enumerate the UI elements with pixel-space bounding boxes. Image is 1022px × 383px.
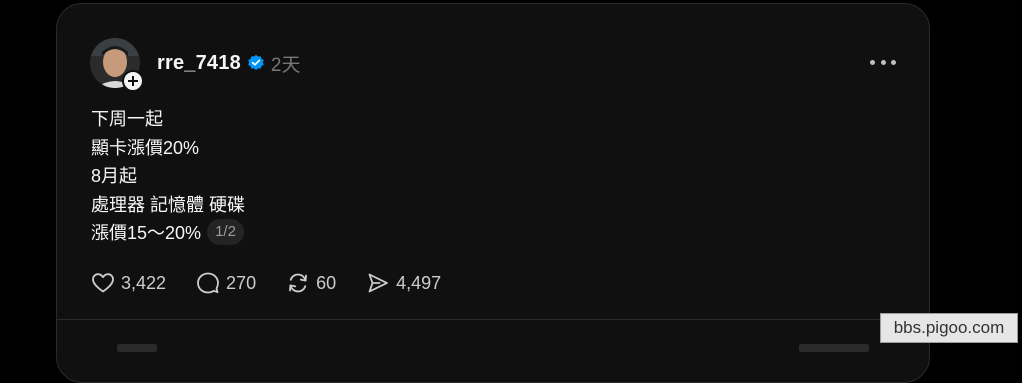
more-dots-icon[interactable] (870, 54, 896, 70)
page-indicator[interactable]: 1/2 (207, 219, 244, 245)
repost-button[interactable]: 60 (286, 271, 336, 295)
comment-button[interactable]: 270 (196, 271, 256, 295)
next-post-preview-meta (799, 344, 869, 352)
post-text-line: 顯卡漲價20% (91, 134, 245, 163)
heart-icon (91, 271, 115, 295)
next-post-preview[interactable] (117, 344, 157, 352)
post-header: rre_7418 2天 (157, 50, 300, 76)
post-text: 漲價15～20% (91, 223, 201, 243)
dot (881, 60, 886, 65)
send-icon (366, 271, 390, 295)
repost-count: 60 (316, 273, 336, 294)
comment-icon (196, 271, 220, 295)
repost-icon (286, 271, 310, 295)
username-link[interactable]: rre_7418 (157, 52, 241, 75)
post-divider (57, 319, 929, 320)
plus-icon[interactable] (122, 70, 144, 92)
verified-badge-icon (247, 54, 265, 72)
thread-post: rre_7418 2天 下周一起 顯卡漲價20% 8月起 處理器 記憶體 硬碟 … (57, 4, 929, 319)
dot (870, 60, 875, 65)
like-count: 3,422 (121, 273, 166, 294)
post-timestamp[interactable]: 2天 (271, 50, 301, 77)
author-avatar[interactable] (90, 38, 140, 88)
post-text-line: 下周一起 (91, 105, 245, 134)
action-bar: 3,422 270 60 (91, 268, 471, 298)
post-text-line: 8月起 (91, 162, 245, 191)
share-count: 4,497 (396, 273, 441, 294)
post-body: 下周一起 顯卡漲價20% 8月起 處理器 記憶體 硬碟 漲價15～20% 1/2 (91, 105, 245, 248)
post-text-line: 處理器 記憶體 硬碟 (91, 191, 245, 220)
post-card: rre_7418 2天 下周一起 顯卡漲價20% 8月起 處理器 記憶體 硬碟 … (56, 3, 930, 383)
share-button[interactable]: 4,497 (366, 271, 441, 295)
dot (891, 60, 896, 65)
comment-count: 270 (226, 273, 256, 294)
like-button[interactable]: 3,422 (91, 271, 166, 295)
watermark: bbs.pigoo.com (880, 313, 1018, 343)
post-text-line-last: 漲價15～20% 1/2 (91, 219, 245, 248)
